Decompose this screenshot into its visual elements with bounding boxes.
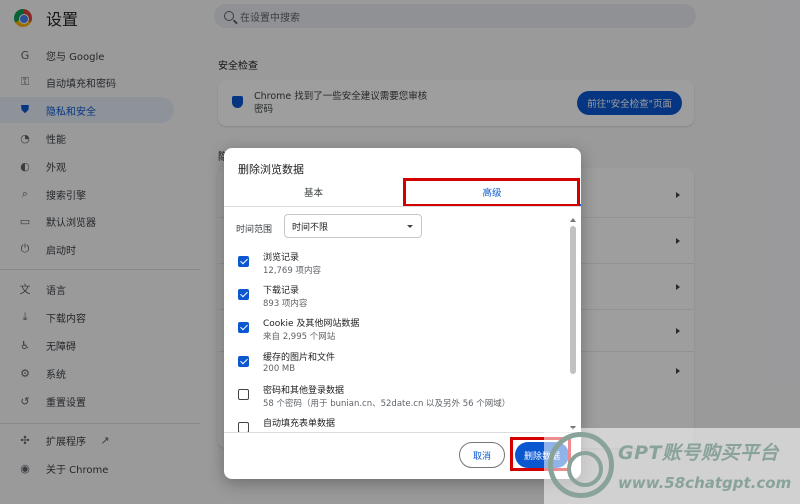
cancel-button[interactable]: 取消 — [459, 442, 505, 468]
time-range-select[interactable]: 时间不限 — [284, 214, 422, 238]
item-title: 缓存的图片和文件 — [263, 353, 336, 363]
item-title: 密码和其他登录数据 — [263, 386, 345, 396]
browsing-history-checkbox[interactable] — [238, 256, 249, 267]
time-range-value: 时间不限 — [292, 222, 329, 233]
item-subtitle: 893 项内容 — [263, 299, 308, 309]
download-history-checkbox[interactable] — [238, 289, 249, 300]
scroll-thumb[interactable] — [570, 226, 576, 374]
tab-basic[interactable]: 基本 — [224, 178, 403, 206]
dialog-footer-divider — [224, 432, 581, 433]
item-subtitle: 58 个密码（用于 bunian.cn、52date.cn 以及另外 56 个网… — [263, 399, 511, 409]
item-title: 下载记录 — [263, 286, 300, 296]
scroll-up-icon[interactable] — [570, 218, 576, 222]
cache-checkbox[interactable] — [238, 356, 249, 367]
watermark-title: GPT账号购买平台 — [618, 442, 779, 464]
autofill-form-data-checkbox[interactable] — [238, 422, 249, 432]
list-item-cache[interactable]: 缓存的图片和文件 200 MB — [224, 346, 569, 379]
list-item-passwords[interactable]: 密码和其他登录数据 58 个密码（用于 bunian.cn、52date.cn … — [224, 379, 569, 412]
dialog-scrollbar[interactable] — [569, 218, 577, 430]
item-title: 自动填充表单数据 — [263, 419, 336, 429]
list-item-autofill-form-data[interactable]: 自动填充表单数据 — [224, 412, 569, 432]
time-range-label: 时间范围 — [236, 225, 273, 235]
clear-browsing-data-dialog: 删除浏览数据 基本 高级 时间范围 时间不限 浏览记录 12,769 项内容 下… — [224, 148, 581, 479]
caret-down-icon — [407, 225, 413, 228]
item-title: Cookie 及其他网站数据 — [263, 319, 360, 329]
data-type-list: 浏览记录 12,769 项内容 下载记录 893 项内容 Cookie 及其他网… — [224, 246, 569, 432]
item-title: 浏览记录 — [263, 253, 300, 263]
tab-divider — [224, 206, 581, 207]
list-item-download-history[interactable]: 下载记录 893 项内容 — [224, 279, 569, 312]
watermark: GPT账号购买平台 www.58chatgpt.com — [544, 428, 800, 504]
item-subtitle: 200 MB — [263, 364, 296, 374]
list-item-cookies[interactable]: Cookie 及其他网站数据 来自 2,995 个网站 — [224, 312, 569, 345]
list-item-browsing-history[interactable]: 浏览记录 12,769 项内容 — [224, 246, 569, 279]
item-subtitle: 来自 2,995 个网站 — [263, 332, 336, 342]
openai-logo-icon — [548, 432, 614, 498]
tab-advanced-highlight — [403, 178, 580, 207]
watermark-url: www.58chatgpt.com — [618, 474, 792, 492]
passwords-checkbox[interactable] — [238, 389, 249, 400]
dialog-title: 删除浏览数据 — [238, 163, 304, 176]
item-subtitle: 12,769 项内容 — [263, 266, 321, 276]
cookies-checkbox[interactable] — [238, 322, 249, 333]
